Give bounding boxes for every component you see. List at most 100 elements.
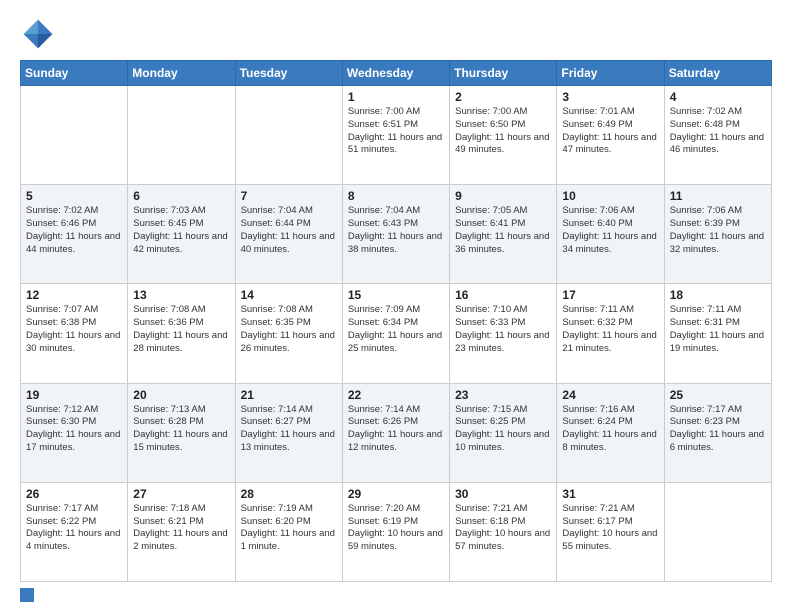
calendar-cell: 12 Sunrise: 7:07 AM Sunset: 6:38 PM Dayli… <box>21 284 128 383</box>
calendar-cell: 18 Sunrise: 7:11 AM Sunset: 6:31 PM Dayli… <box>664 284 771 383</box>
day-number: 7 <box>241 189 337 203</box>
calendar-cell: 2 Sunrise: 7:00 AM Sunset: 6:50 PM Daylig… <box>450 86 557 185</box>
day-info: Sunrise: 7:11 AM Sunset: 6:31 PM Dayligh… <box>670 304 766 355</box>
calendar-cell: 8 Sunrise: 7:04 AM Sunset: 6:43 PM Daylig… <box>342 185 449 284</box>
day-number: 4 <box>670 90 766 104</box>
day-number: 18 <box>670 288 766 302</box>
calendar-cell: 27 Sunrise: 7:18 AM Sunset: 6:21 PM Dayli… <box>128 482 235 581</box>
calendar-cell: 10Sunrise: 7:06 AM Sunset: 6:40 PM Dayli… <box>557 185 664 284</box>
weekday-header-tuesday: Tuesday <box>235 61 342 86</box>
day-number: 30 <box>455 487 551 501</box>
weekday-header-sunday: Sunday <box>21 61 128 86</box>
day-number: 24 <box>562 388 658 402</box>
day-number: 15 <box>348 288 444 302</box>
calendar-cell: 5 Sunrise: 7:02 AM Sunset: 6:46 PM Daylig… <box>21 185 128 284</box>
weekday-header-monday: Monday <box>128 61 235 86</box>
day-info: Sunrise: 7:18 AM Sunset: 6:21 PM Dayligh… <box>133 503 229 554</box>
calendar-cell: 22 Sunrise: 7:14 AM Sunset: 6:26 PM Dayli… <box>342 383 449 482</box>
day-number: 6 <box>133 189 229 203</box>
day-info: Sunrise: 7:08 AM Sunset: 6:35 PM Dayligh… <box>241 304 337 355</box>
calendar-cell <box>664 482 771 581</box>
calendar-cell: 17Sunrise: 7:11 AM Sunset: 6:32 PM Dayli… <box>557 284 664 383</box>
calendar-cell: 6Sunrise: 7:03 AM Sunset: 6:45 PM Daylig… <box>128 185 235 284</box>
day-number: 11 <box>670 189 766 203</box>
daylight-legend-box <box>20 588 34 602</box>
day-number: 14 <box>241 288 337 302</box>
day-info: Sunrise: 7:07 AM Sunset: 6:38 PM Dayligh… <box>26 304 122 355</box>
day-number: 17 <box>562 288 658 302</box>
day-number: 10 <box>562 189 658 203</box>
calendar-cell: 21Sunrise: 7:14 AM Sunset: 6:27 PM Dayli… <box>235 383 342 482</box>
day-number: 26 <box>26 487 122 501</box>
calendar-week-1: 1 Sunrise: 7:00 AM Sunset: 6:51 PM Daylig… <box>21 86 772 185</box>
day-info: Sunrise: 7:00 AM Sunset: 6:50 PM Dayligh… <box>455 106 551 157</box>
day-info: Sunrise: 7:14 AM Sunset: 6:26 PM Dayligh… <box>348 404 444 455</box>
calendar-cell <box>128 86 235 185</box>
calendar-week-2: 5 Sunrise: 7:02 AM Sunset: 6:46 PM Daylig… <box>21 185 772 284</box>
weekday-header-friday: Friday <box>557 61 664 86</box>
day-number: 27 <box>133 487 229 501</box>
calendar-cell: 4 Sunrise: 7:02 AM Sunset: 6:48 PM Daylig… <box>664 86 771 185</box>
calendar-cell: 30 Sunrise: 7:21 AM Sunset: 6:18 PM Dayli… <box>450 482 557 581</box>
day-info: Sunrise: 7:00 AM Sunset: 6:51 PM Dayligh… <box>348 106 444 157</box>
weekday-header-row: SundayMondayTuesdayWednesdayThursdayFrid… <box>21 61 772 86</box>
calendar-week-3: 12 Sunrise: 7:07 AM Sunset: 6:38 PM Dayli… <box>21 284 772 383</box>
calendar-week-4: 19 Sunrise: 7:12 AM Sunset: 6:30 PM Dayli… <box>21 383 772 482</box>
day-info: Sunrise: 7:20 AM Sunset: 6:19 PM Dayligh… <box>348 503 444 554</box>
day-info: Sunrise: 7:17 AM Sunset: 6:22 PM Dayligh… <box>26 503 122 554</box>
calendar-cell: 9 Sunrise: 7:05 AM Sunset: 6:41 PM Daylig… <box>450 185 557 284</box>
calendar-cell: 13 Sunrise: 7:08 AM Sunset: 6:36 PM Dayli… <box>128 284 235 383</box>
day-info: Sunrise: 7:13 AM Sunset: 6:28 PM Dayligh… <box>133 404 229 455</box>
day-info: Sunrise: 7:21 AM Sunset: 6:18 PM Dayligh… <box>455 503 551 554</box>
calendar-cell <box>235 86 342 185</box>
day-info: Sunrise: 7:02 AM Sunset: 6:48 PM Dayligh… <box>670 106 766 157</box>
footer <box>20 588 772 602</box>
weekday-header-wednesday: Wednesday <box>342 61 449 86</box>
day-number: 31 <box>562 487 658 501</box>
day-info: Sunrise: 7:04 AM Sunset: 6:43 PM Dayligh… <box>348 205 444 256</box>
day-info: Sunrise: 7:02 AM Sunset: 6:46 PM Dayligh… <box>26 205 122 256</box>
calendar-cell: 31 Sunrise: 7:21 AM Sunset: 6:17 PM Dayli… <box>557 482 664 581</box>
calendar-cell: 26 Sunrise: 7:17 AM Sunset: 6:22 PM Dayli… <box>21 482 128 581</box>
day-number: 13 <box>133 288 229 302</box>
day-info: Sunrise: 7:16 AM Sunset: 6:24 PM Dayligh… <box>562 404 658 455</box>
calendar-cell: 16Sunrise: 7:10 AM Sunset: 6:33 PM Dayli… <box>450 284 557 383</box>
day-info: Sunrise: 7:04 AM Sunset: 6:44 PM Dayligh… <box>241 205 337 256</box>
logo-icon <box>20 16 56 52</box>
calendar-table: SundayMondayTuesdayWednesdayThursdayFrid… <box>20 60 772 582</box>
day-number: 5 <box>26 189 122 203</box>
calendar-cell <box>21 86 128 185</box>
day-number: 29 <box>348 487 444 501</box>
weekday-header-thursday: Thursday <box>450 61 557 86</box>
calendar-cell: 3Sunrise: 7:01 AM Sunset: 6:49 PM Daylig… <box>557 86 664 185</box>
calendar-week-5: 26 Sunrise: 7:17 AM Sunset: 6:22 PM Dayli… <box>21 482 772 581</box>
calendar-cell: 14 Sunrise: 7:08 AM Sunset: 6:35 PM Dayli… <box>235 284 342 383</box>
header <box>20 16 772 52</box>
day-number: 2 <box>455 90 551 104</box>
day-number: 19 <box>26 388 122 402</box>
day-number: 23 <box>455 388 551 402</box>
calendar-cell: 1 Sunrise: 7:00 AM Sunset: 6:51 PM Daylig… <box>342 86 449 185</box>
calendar-cell: 20Sunrise: 7:13 AM Sunset: 6:28 PM Dayli… <box>128 383 235 482</box>
day-number: 8 <box>348 189 444 203</box>
day-number: 22 <box>348 388 444 402</box>
day-info: Sunrise: 7:06 AM Sunset: 6:39 PM Dayligh… <box>670 205 766 256</box>
calendar-cell: 28Sunrise: 7:19 AM Sunset: 6:20 PM Dayli… <box>235 482 342 581</box>
day-info: Sunrise: 7:14 AM Sunset: 6:27 PM Dayligh… <box>241 404 337 455</box>
day-number: 16 <box>455 288 551 302</box>
day-info: Sunrise: 7:21 AM Sunset: 6:17 PM Dayligh… <box>562 503 658 554</box>
day-info: Sunrise: 7:19 AM Sunset: 6:20 PM Dayligh… <box>241 503 337 554</box>
calendar-cell: 15Sunrise: 7:09 AM Sunset: 6:34 PM Dayli… <box>342 284 449 383</box>
logo <box>20 16 62 52</box>
calendar-cell: 25Sunrise: 7:17 AM Sunset: 6:23 PM Dayli… <box>664 383 771 482</box>
day-info: Sunrise: 7:08 AM Sunset: 6:36 PM Dayligh… <box>133 304 229 355</box>
day-info: Sunrise: 7:01 AM Sunset: 6:49 PM Dayligh… <box>562 106 658 157</box>
day-number: 1 <box>348 90 444 104</box>
calendar-cell: 7 Sunrise: 7:04 AM Sunset: 6:44 PM Daylig… <box>235 185 342 284</box>
day-number: 9 <box>455 189 551 203</box>
calendar-cell: 24 Sunrise: 7:16 AM Sunset: 6:24 PM Dayli… <box>557 383 664 482</box>
weekday-header-saturday: Saturday <box>664 61 771 86</box>
day-info: Sunrise: 7:12 AM Sunset: 6:30 PM Dayligh… <box>26 404 122 455</box>
day-info: Sunrise: 7:05 AM Sunset: 6:41 PM Dayligh… <box>455 205 551 256</box>
day-number: 12 <box>26 288 122 302</box>
